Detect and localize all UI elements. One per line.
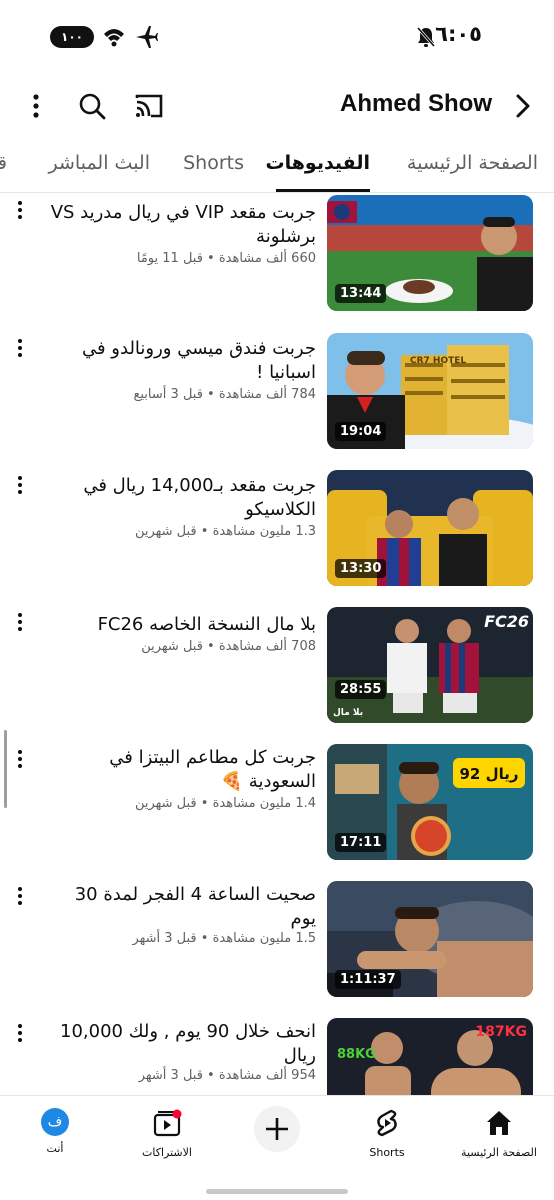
thumbnail-text-fc26: FC26 bbox=[484, 612, 529, 631]
back-arrow-icon[interactable] bbox=[506, 90, 538, 122]
avatar: ف bbox=[41, 1108, 69, 1136]
thumbnail-text-weight-right: 187KG bbox=[475, 1024, 527, 1040]
video-meta: 1.5 مليون مشاهدة • قبل 3 أشهر bbox=[132, 931, 316, 946]
channel-title: Ahmed Show bbox=[339, 90, 492, 117]
plus-icon bbox=[266, 1118, 288, 1140]
status-bar: ٦:٠٥ ١٠٠ bbox=[0, 0, 554, 70]
video-meta: 708 ألف مشاهدة • قبل شهرين bbox=[141, 639, 316, 654]
thumbnail-image: FC26 بلا مال bbox=[327, 607, 533, 723]
video-duration: 13:30 bbox=[335, 559, 387, 578]
video-thumbnail[interactable]: 13:30 bbox=[327, 470, 533, 586]
video-thumbnail[interactable]: CR7 HOTEL 19:04 bbox=[327, 333, 533, 449]
video-menu-icon[interactable] bbox=[14, 613, 26, 633]
subscriptions-icon bbox=[153, 1109, 182, 1137]
tab-shorts[interactable]: Shorts bbox=[183, 152, 244, 174]
video-title[interactable]: صحيت الساعة 4 الفجر لمدة 30 يوم bbox=[46, 883, 316, 931]
active-tab-indicator bbox=[276, 189, 370, 192]
video-menu-icon[interactable] bbox=[14, 750, 26, 770]
video-meta: 1.3 مليون مشاهدة • قبل شهرين bbox=[134, 524, 316, 539]
video-item[interactable]: 1:11:37 صحيت الساعة 4 الفجر لمدة 30 يوم … bbox=[0, 877, 554, 1001]
tab-more[interactable]: قو bbox=[0, 152, 7, 174]
video-menu-icon[interactable] bbox=[14, 887, 26, 907]
video-menu-icon[interactable] bbox=[14, 476, 26, 496]
video-thumbnail[interactable]: 13:44 bbox=[327, 195, 533, 311]
video-item[interactable]: FC26 بلا مال 28:55 بلا مال النسخة الخاصه… bbox=[0, 603, 554, 727]
nav-you-label: أنت bbox=[46, 1142, 64, 1155]
channel-tabs: الصفحة الرئيسية الفيديوهات Shorts البث ا… bbox=[0, 138, 554, 193]
wifi-icon bbox=[104, 29, 124, 47]
nav-you[interactable]: ف أنت bbox=[0, 1104, 110, 1168]
battery-indicator: ١٠٠ bbox=[50, 26, 94, 48]
video-duration: 28:55 bbox=[335, 680, 387, 699]
shorts-icon bbox=[377, 1109, 397, 1137]
nav-subscriptions[interactable]: الاشتراكات bbox=[112, 1104, 222, 1168]
video-thumbnail[interactable]: 92 ريال 17:11 bbox=[327, 744, 533, 860]
video-thumbnail[interactable]: 88KG 187KG bbox=[327, 1018, 533, 1095]
video-meta: 784 ألف مشاهدة • قبل 3 أسابيع bbox=[133, 387, 316, 402]
video-menu-icon[interactable] bbox=[14, 1024, 26, 1044]
airplane-mode-icon bbox=[136, 26, 158, 48]
video-duration: 13:44 bbox=[335, 284, 387, 303]
nav-subscriptions-label: الاشتراكات bbox=[142, 1146, 192, 1159]
video-meta: 660 ألف مشاهدة • قبل 11 يومًا bbox=[136, 251, 316, 266]
thumbnail-text-price: 92 ريال bbox=[459, 765, 518, 783]
create-button[interactable] bbox=[254, 1106, 300, 1152]
thumbnail-watermark: بلا مال bbox=[333, 708, 363, 718]
scrollbar[interactable] bbox=[4, 730, 7, 808]
video-item[interactable]: 92 ريال 17:11 جربت كل مطاعم البيتزا في ا… bbox=[0, 740, 554, 864]
search-icon[interactable] bbox=[76, 90, 108, 122]
channel-header: Ahmed Show bbox=[0, 76, 554, 136]
video-title[interactable]: بلا مال النسخة الخاصه FC26 bbox=[46, 613, 316, 637]
video-title[interactable]: جربت مقعد بـ14,000 ريال في الكلاسيكو bbox=[46, 474, 316, 522]
video-duration: 17:11 bbox=[335, 833, 387, 852]
video-meta: 1.4 مليون مشاهدة • قبل شهرين bbox=[134, 796, 316, 811]
video-thumbnail[interactable]: FC26 بلا مال 28:55 bbox=[327, 607, 533, 723]
tab-videos[interactable]: الفيديوهات bbox=[266, 152, 371, 174]
nav-shorts-label: Shorts bbox=[369, 1146, 405, 1159]
video-meta: 954 ألف مشاهدة • قبل 3 أشهر bbox=[138, 1068, 316, 1083]
video-title[interactable]: جربت كل مطاعم البيتزا في السعودية 🍕 bbox=[46, 746, 316, 794]
nav-home[interactable]: الصفحة الرئيسية bbox=[444, 1104, 554, 1168]
tab-live[interactable]: البث المباشر bbox=[49, 152, 150, 174]
bell-muted-icon bbox=[416, 27, 436, 47]
status-time: ٦:٠٥ bbox=[435, 22, 482, 46]
video-thumbnail[interactable]: 1:11:37 bbox=[327, 881, 533, 997]
bottom-navigation: الصفحة الرئيسية Shorts الاشتراكات ف أنت bbox=[0, 1095, 554, 1200]
video-item[interactable]: 13:30 جربت مقعد بـ14,000 ريال في الكلاسي… bbox=[0, 466, 554, 590]
thumbnail-text-cr7: CR7 HOTEL bbox=[410, 356, 466, 366]
nav-shorts[interactable]: Shorts bbox=[332, 1104, 442, 1168]
video-menu-icon[interactable] bbox=[14, 339, 26, 359]
video-menu-icon[interactable] bbox=[14, 201, 26, 221]
thumbnail-text-weight-left: 88KG bbox=[337, 1047, 376, 1062]
tab-home[interactable]: الصفحة الرئيسية bbox=[407, 152, 538, 174]
video-list[interactable]: 13:44 جربت مقعد VIP في ريال مدريد VS برش… bbox=[0, 193, 554, 1095]
home-indicator bbox=[206, 1189, 348, 1194]
video-item[interactable]: 88KG 187KG انحف خلال 90 يوم , ولك 10,000… bbox=[0, 1014, 554, 1095]
video-item[interactable]: 13:44 جربت مقعد VIP في ريال مدريد VS برش… bbox=[0, 193, 554, 315]
video-title[interactable]: جربت مقعد VIP في ريال مدريد VS برشلونة bbox=[46, 201, 316, 249]
nav-home-label: الصفحة الرئيسية bbox=[461, 1146, 537, 1159]
video-title[interactable]: انحف خلال 90 يوم , ولك 10,000 ريال bbox=[46, 1020, 316, 1068]
more-options-icon[interactable] bbox=[24, 90, 48, 122]
home-icon bbox=[487, 1111, 511, 1135]
video-duration: 19:04 bbox=[335, 422, 387, 441]
thumbnail-image: 88KG 187KG bbox=[327, 1018, 533, 1095]
video-title[interactable]: جربت فندق ميسي ورونالدو في اسبانيا ! bbox=[46, 337, 316, 385]
cast-icon[interactable] bbox=[133, 90, 165, 122]
video-duration: 1:11:37 bbox=[335, 970, 401, 989]
video-item[interactable]: CR7 HOTEL 19:04 جربت فندق ميسي ورونالدو … bbox=[0, 329, 554, 453]
